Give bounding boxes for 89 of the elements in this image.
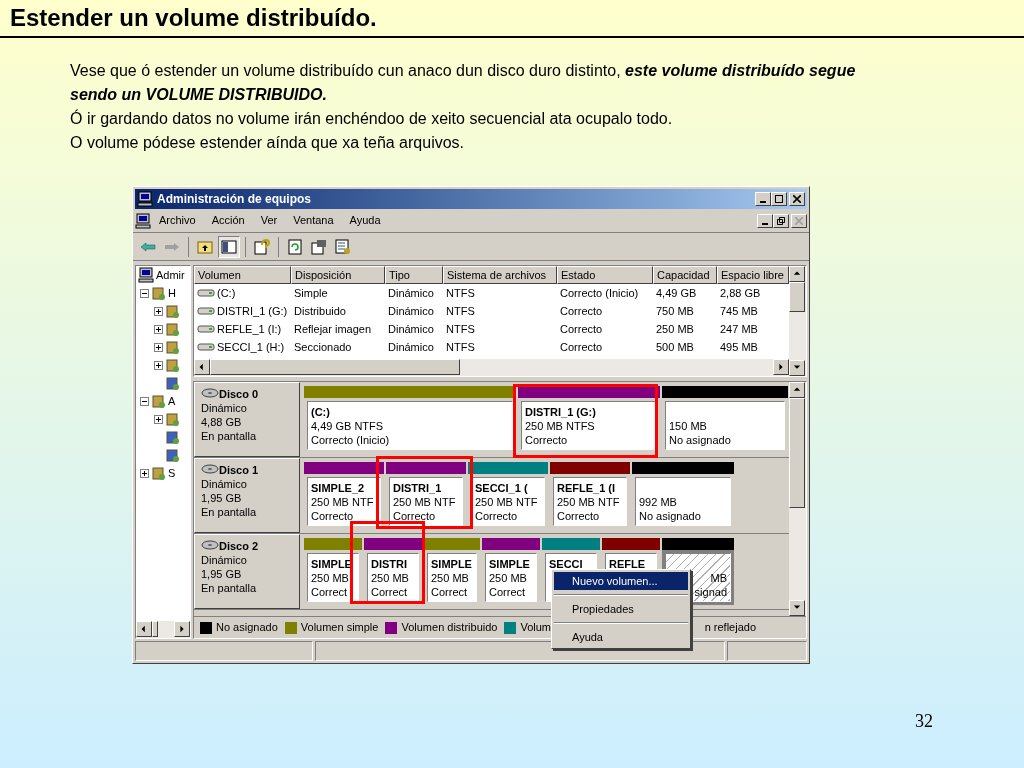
partition-detail: 250 MB NTF: [475, 495, 539, 509]
partition-detail: 250 MB: [431, 571, 470, 585]
slide-paragraph: Vese que ó estender un volume distribuído cun anaco dun disco duro distinto, este volume distribuído segue sendo un VOLUME DISTRIBUIDO.: [70, 61, 857, 105]
partition-detail: Correct: [489, 585, 527, 599]
partition-name: REFLE_1 (I: [557, 481, 617, 495]
table-cell-text: NTFS: [446, 339, 475, 355]
partition-detail: Correcto: [311, 509, 355, 523]
page-number: 32: [915, 710, 933, 733]
partition-detail: MB: [710, 571, 727, 585]
table-cell-text: 495 MB: [720, 339, 758, 355]
partition-detail: No asignado: [639, 509, 702, 523]
disk-size: 1,95 GB: [201, 491, 243, 505]
table-cell-text: 500 MB: [656, 339, 694, 355]
table-cell-text: Seccionado: [294, 339, 352, 355]
table-cell-text: REFLE_1 (I:): [217, 321, 282, 337]
table-cell-text: Correcto: [560, 321, 603, 337]
partition-detail: 992 MB: [639, 495, 678, 509]
partition-detail: 150 MB: [669, 419, 708, 433]
partition-name: SIMPLE_2: [311, 481, 366, 495]
table-cell-text: 4,49 GB: [656, 285, 697, 301]
partition-detail: 250 MB: [371, 571, 410, 585]
table-cell-text: NTFS: [446, 303, 475, 319]
table-cell-text: Dinámico: [388, 321, 434, 337]
table-cell-text: 2,88 GB: [720, 285, 761, 301]
partition-name: REFLE: [609, 557, 647, 571]
table-cell-text: 247 MB: [720, 321, 758, 337]
partition-name: SIMPLE: [431, 557, 473, 571]
partition-detail: 250 MB: [489, 571, 528, 585]
partition-name: SIMPLE: [489, 557, 531, 571]
legend-label: Volumen simple: [300, 620, 379, 636]
disk-name: Disco 0: [219, 387, 259, 401]
partition-detail: Correcto: [525, 433, 569, 447]
disk-status: En pantalla: [201, 581, 258, 595]
partition-detail: Correct: [431, 585, 469, 599]
slide-paragraph: Ó ir gardando datos no volume irán enchéndoo de xeito secuencial ata ocupalo todo.: [70, 108, 674, 129]
partition-detail: Correct: [311, 585, 349, 599]
partition-detail: Correcto: [393, 509, 437, 523]
partition-name: SIMPLE: [311, 557, 353, 571]
table-cell-text: Correcto: [560, 303, 603, 319]
partition-name: SECCI_1 (: [475, 481, 529, 495]
partition-name: DISTRI_1: [393, 481, 443, 495]
partition-detail: Correcto: [557, 509, 601, 523]
table-cell-text: NTFS: [446, 321, 475, 337]
legend-label: Volum: [520, 620, 552, 636]
table-cell-text: Dinámico: [388, 303, 434, 319]
table-cell-text: Distribuido: [294, 303, 346, 319]
table-cell-text: 250 MB: [656, 321, 694, 337]
legend-label: No asignado: [216, 620, 278, 636]
disk-type: Dinámico: [201, 477, 248, 491]
disk-size: 4,88 GB: [201, 415, 243, 429]
table-cell-text: Reflejar imagen: [294, 321, 372, 337]
partition-detail: Correcto: [475, 509, 519, 523]
partition-detail: 250 MB NTF: [311, 495, 375, 509]
table-cell-text: (C:): [217, 285, 236, 301]
window-title: Administración de equipos: [157, 191, 313, 208]
partition-detail: 250 MB NTF: [393, 495, 457, 509]
legend-label: n reflejado: [704, 620, 756, 636]
table-cell-text: Dinámico: [388, 285, 434, 301]
table-cell-text: 750 MB: [656, 303, 694, 319]
partition-detail: Correct: [371, 585, 409, 599]
disk-size: 1,95 GB: [201, 567, 243, 581]
table-cell-text: Simple: [294, 285, 328, 301]
partition-name: DISTRI: [371, 557, 409, 571]
partition-detail: No asignado: [669, 433, 732, 447]
partition-detail: 250 MB NTFS: [525, 419, 596, 433]
partition-detail: signad: [694, 585, 727, 599]
disk-type: Dinámico: [201, 401, 248, 415]
partition-name: DISTRI_1 (G:): [525, 405, 597, 419]
disk-name: Disco 1: [219, 463, 259, 477]
legend-label: Volumen distribuido: [401, 620, 498, 636]
partition-detail: 4,49 GB NTFS: [311, 419, 385, 433]
table-cell-text: Correcto (Inicio): [560, 285, 639, 301]
slide-title: Estender un volume distribuído.: [10, 3, 377, 33]
table-cell-text: Dinámico: [388, 339, 434, 355]
partition-detail: 250 MB: [311, 571, 350, 585]
table-cell-text: SECCI_1 (H:): [217, 339, 285, 355]
slide-paragraph: O volume pódese estender aínda que xa teña arquivos.: [70, 133, 466, 153]
table-cell-text: NTFS: [446, 285, 475, 301]
partition-detail: 250 MB NTF: [557, 495, 621, 509]
table-cell-text: Correcto: [560, 339, 603, 355]
table-cell-text: DISTRI_1 (G:): [217, 303, 288, 319]
disk-type: Dinámico: [201, 553, 248, 567]
disk-status: En pantalla: [201, 505, 258, 519]
disk-name: Disco 2: [219, 539, 259, 553]
table-cell-text: 745 MB: [720, 303, 758, 319]
partition-name: SECCI: [549, 557, 584, 571]
partition-name: (C:): [311, 405, 331, 419]
partition-detail: Correcto (Inicio): [311, 433, 391, 447]
disk-status: En pantalla: [201, 429, 258, 443]
